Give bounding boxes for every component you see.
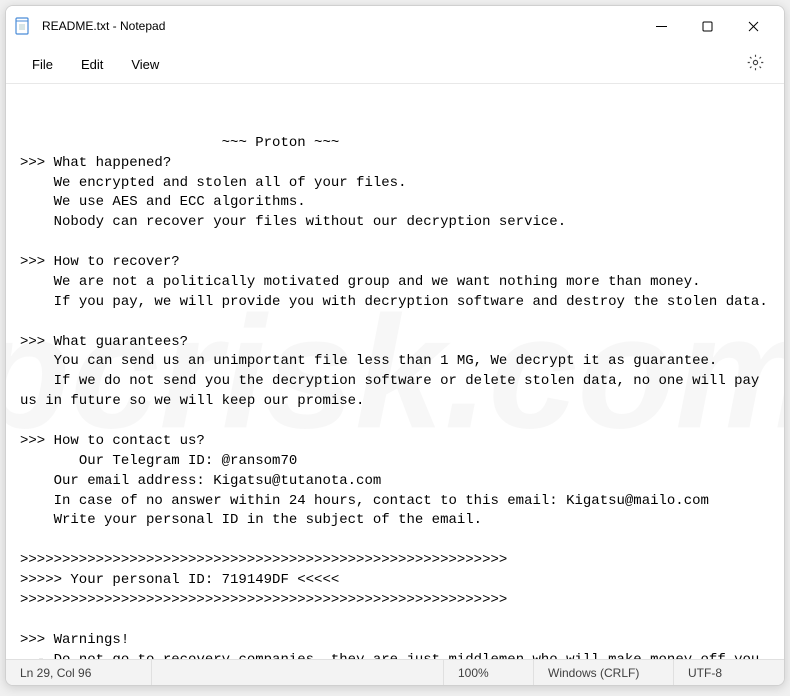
gear-icon [747,54,764,76]
menu-file[interactable]: File [18,51,67,78]
status-position: Ln 29, Col 96 [6,660,152,685]
window-controls [638,6,776,46]
menubar: File Edit View [6,46,784,84]
notepad-window: README.txt - Notepad File Edit View [5,5,785,686]
menu-edit[interactable]: Edit [67,51,117,78]
titlebar[interactable]: README.txt - Notepad [6,6,784,46]
text-editor[interactable]: pcrisk.com ~~~ Proton ~~~ >>> What happe… [6,84,784,659]
notepad-icon [14,17,32,35]
watermark: pcrisk.com [6,258,784,485]
maximize-button[interactable] [684,6,730,46]
statusbar: Ln 29, Col 96 100% Windows (CRLF) UTF-8 [6,659,784,685]
document-text: ~~~ Proton ~~~ >>> What happened? We enc… [20,135,776,659]
status-encoding: UTF-8 [674,660,784,685]
minimize-button[interactable] [638,6,684,46]
menu-view[interactable]: View [117,51,173,78]
status-zoom[interactable]: 100% [444,660,534,685]
close-button[interactable] [730,6,776,46]
status-lineending: Windows (CRLF) [534,660,674,685]
window-title: README.txt - Notepad [42,19,165,33]
settings-button[interactable] [738,48,772,82]
